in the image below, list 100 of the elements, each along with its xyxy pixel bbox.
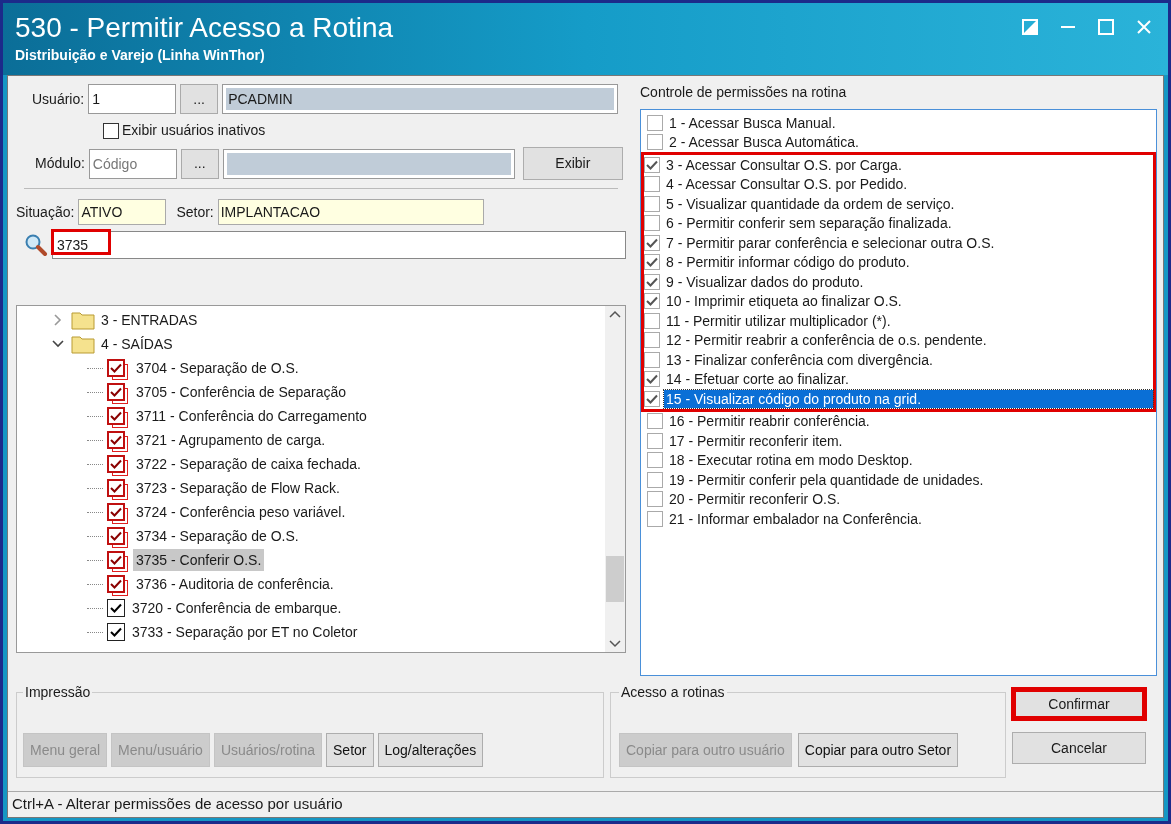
permission-item[interactable]: 15 - Visualizar código do produto na grid.: [664, 389, 1153, 408]
user-name-field: PCADMIN: [222, 84, 619, 114]
permission-item[interactable]: 3 - Acessar Consultar O.S. por Carga.: [664, 155, 1153, 174]
checkbox[interactable]: [107, 575, 125, 593]
permission-item[interactable]: 13 - Finalizar conferência com divergência.: [664, 350, 1153, 369]
lookup-button[interactable]: ...: [180, 84, 219, 114]
checkbox[interactable]: [644, 234, 660, 251]
scrollbar-thumb[interactable]: [606, 556, 624, 602]
checkbox-label: Exibir usuários inativos: [122, 121, 266, 140]
permission-item[interactable]: 4 - Acessar Consultar O.S. por Pedido.: [664, 175, 1153, 194]
checkbox[interactable]: [107, 479, 125, 497]
checkbox[interactable]: [647, 510, 663, 527]
checkbox[interactable]: [644, 351, 660, 368]
permission-item[interactable]: 11 - Permitir utilizar multiplicador (*).: [664, 311, 1153, 330]
folder-icon: [71, 310, 95, 330]
permission-item[interactable]: 12 - Permitir reabrir a conferência de o.s. pendente.: [664, 331, 1153, 350]
restore-icon[interactable]: [1022, 19, 1038, 35]
permission-item[interactable]: 20 - Permitir reconferir O.S.: [667, 490, 1153, 509]
checkbox[interactable]: [107, 527, 125, 545]
checkbox[interactable]: [647, 491, 663, 508]
checkbox[interactable]: [107, 431, 125, 449]
scroll-up-icon[interactable]: [609, 310, 621, 318]
permission-item[interactable]: 10 - Imprimir etiqueta ao finalizar O.S.: [664, 292, 1153, 311]
permission-item[interactable]: 1 - Acessar Busca Manual.: [667, 113, 1153, 132]
toolbar-button[interactable]: Copiar para outro Setor: [797, 733, 959, 767]
user-label: Usuário:: [32, 89, 85, 109]
scroll-down-icon[interactable]: [609, 640, 621, 648]
module-label: Módulo:: [35, 154, 85, 173]
checkbox[interactable]: [644, 156, 660, 173]
window-subtitle: Distribuição e Varejo (Linha WinThor): [15, 46, 266, 65]
tree-item[interactable]: 3722 - Separação de caixa fechada.: [133, 453, 364, 475]
checkbox[interactable]: [647, 471, 663, 488]
lookup-button[interactable]: ...: [180, 148, 219, 179]
checkbox[interactable]: [647, 413, 663, 430]
permission-item[interactable]: 7 - Permitir parar conferência e selecionar outra O.S.: [664, 233, 1153, 252]
tree-item[interactable]: 3 - ENTRADAS: [101, 309, 198, 331]
checkbox[interactable]: [644, 254, 660, 271]
tree-item[interactable]: 3704 - Separação de O.S.: [133, 357, 302, 379]
permission-item[interactable]: 16 - Permitir reabrir conferência.: [667, 412, 1153, 431]
scrollbar[interactable]: [605, 306, 625, 652]
tree-item[interactable]: 3736 - Auditoria de conferência.: [133, 573, 337, 595]
checkbox[interactable]: [644, 332, 660, 349]
tree-item[interactable]: 4 - SAÍDAS: [101, 333, 173, 355]
tree-item[interactable]: 3735 - Conferir O.S.: [133, 549, 265, 571]
checkbox[interactable]: [644, 273, 660, 290]
window-title: 530 - Permitir Acesso a Rotina: [15, 13, 394, 43]
permission-item[interactable]: 5 - Visualizar quantidade da ordem de serviço.: [664, 194, 1153, 213]
checkbox[interactable]: [107, 551, 125, 569]
permission-item[interactable]: 17 - Permitir reconferir item.: [667, 431, 1153, 450]
sector-field: IMPLANTACAO: [217, 199, 484, 225]
tree-item[interactable]: 3734 - Separação de O.S.: [133, 525, 302, 547]
search-field[interactable]: 3735: [52, 231, 626, 259]
permission-item[interactable]: 2 - Acessar Busca Automática.: [667, 133, 1153, 152]
checkbox[interactable]: [107, 383, 125, 401]
action-button[interactable]: Cancelar: [1012, 732, 1146, 764]
tree-item[interactable]: 3723 - Separação de Flow Rack.: [133, 477, 343, 499]
checkbox[interactable]: [644, 371, 660, 388]
checkbox[interactable]: [107, 503, 125, 521]
show-button[interactable]: Exibir: [522, 147, 623, 180]
checkbox[interactable]: [644, 293, 660, 310]
checkbox[interactable]: [107, 623, 125, 641]
checkbox[interactable]: [647, 134, 663, 151]
permission-item[interactable]: 6 - Permitir conferir sem separação finalizada.: [664, 214, 1153, 233]
toolbar-button[interactable]: Log/alterações: [377, 733, 484, 767]
checkbox[interactable]: [107, 599, 125, 617]
permission-item[interactable]: 19 - Permitir conferir pela quantidade de unidades.: [667, 470, 1153, 489]
search-icon: [24, 233, 48, 257]
permission-item[interactable]: 9 - Visualizar dados do produto.: [664, 272, 1153, 291]
folder-icon: [71, 334, 95, 354]
checkbox[interactable]: [644, 312, 660, 329]
permission-item[interactable]: 18 - Executar rotina em modo Desktop.: [667, 451, 1153, 470]
checkbox[interactable]: [644, 195, 660, 212]
tree-item[interactable]: 3733 - Separação por ET no Coletor: [129, 621, 361, 643]
checkbox[interactable]: [644, 390, 660, 407]
checkbox[interactable]: [647, 114, 663, 131]
tree-item[interactable]: 3720 - Conferência de embarque.: [129, 597, 345, 619]
checkbox[interactable]: [644, 215, 660, 232]
checkbox[interactable]: [107, 359, 125, 377]
situation-field: ATIVO: [78, 199, 167, 225]
action-button[interactable]: Confirmar: [1012, 688, 1146, 720]
module-code-field[interactable]: Código: [88, 148, 177, 179]
checkbox[interactable]: [107, 407, 125, 425]
tree-item[interactable]: 3711 - Conferência do Carregamento: [133, 405, 370, 427]
tree-item[interactable]: 3705 - Conferência de Separação: [133, 381, 350, 403]
expand-caret-icon[interactable]: [51, 340, 65, 348]
toolbar-button[interactable]: Setor: [326, 733, 374, 767]
checkbox[interactable]: [647, 452, 663, 469]
tree-item[interactable]: 3724 - Conferência peso variável.: [133, 501, 349, 523]
checkbox[interactable]: [647, 432, 663, 449]
status-text: Ctrl+A - Alterar permissões de acesso por usuário: [12, 794, 343, 815]
user-code-field[interactable]: 1: [88, 84, 177, 114]
checkbox[interactable]: [107, 455, 125, 473]
permission-item[interactable]: 21 - Informar embalador na Conferência.: [667, 509, 1153, 528]
checkbox[interactable]: [644, 176, 660, 193]
maximize-icon[interactable]: [1098, 19, 1114, 35]
checkbox[interactable]: [103, 122, 119, 139]
permission-item[interactable]: 8 - Permitir informar código do produto.: [664, 253, 1153, 272]
sector-label: Setor:: [176, 202, 214, 222]
permission-item[interactable]: 14 - Efetuar corte ao finalizar.: [664, 370, 1153, 389]
tree-item[interactable]: 3721 - Agrupamento de carga.: [133, 429, 329, 451]
